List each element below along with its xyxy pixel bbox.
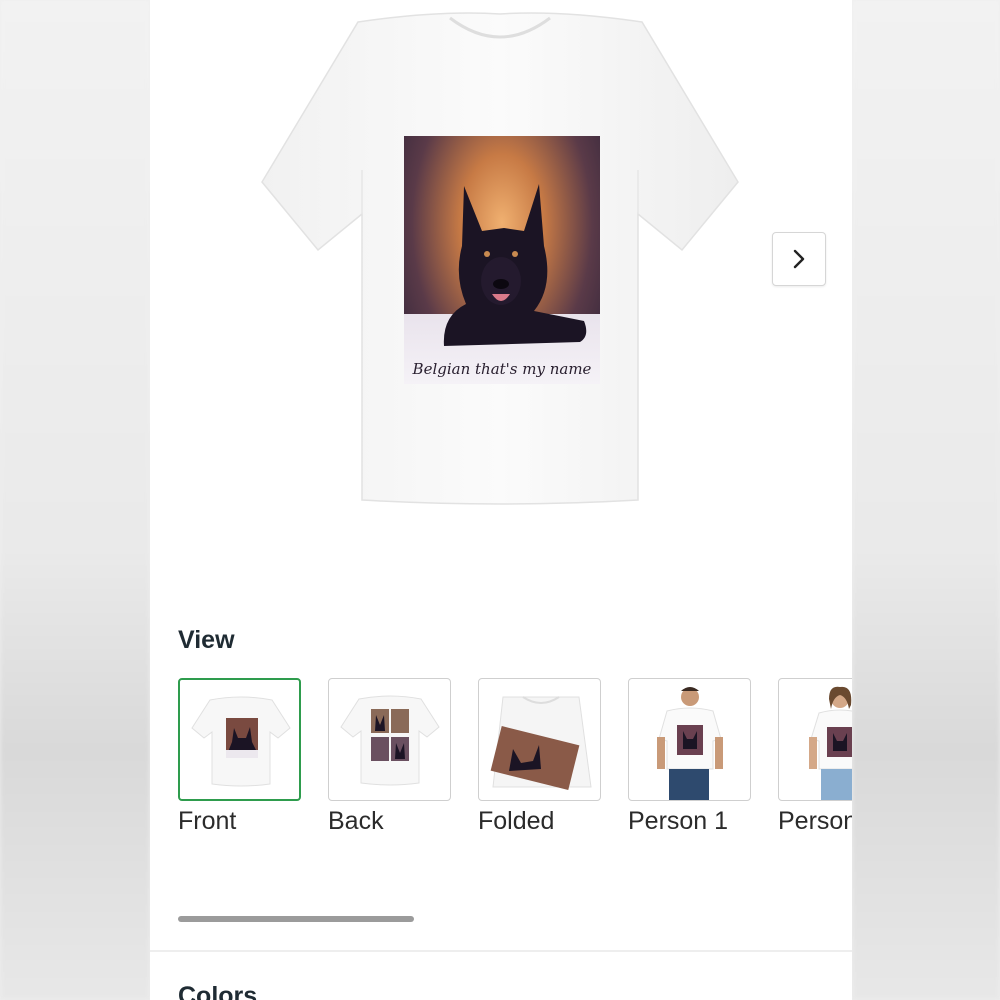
view-option-person-2[interactable]: Person 2 <box>778 678 852 836</box>
thumbnail-person-1 <box>628 678 751 801</box>
product-image: Belgian that's my name <box>150 0 852 590</box>
view-option-person-1[interactable]: Person 1 <box>628 678 751 836</box>
section-divider <box>150 950 852 952</box>
view-option-label: Person 2 <box>778 807 852 835</box>
view-thumbnails: Front Back Folded Person 1 Person <box>178 678 852 848</box>
view-option-label: Back <box>328 807 384 835</box>
view-option-folded[interactable]: Folded <box>478 678 601 836</box>
view-section-title: View <box>178 626 235 654</box>
dog-print: Belgian that's my name <box>404 136 600 384</box>
view-option-back[interactable]: Back <box>328 678 451 836</box>
view-option-label: Person 1 <box>628 807 729 835</box>
product-panel: Belgian that's my name View Front Back F… <box>150 0 852 1000</box>
thumbnail-folded <box>478 678 601 801</box>
thumbnail-scrollbar[interactable] <box>178 916 414 922</box>
view-option-front[interactable]: Front <box>178 678 301 836</box>
view-option-label: Folded <box>478 807 555 835</box>
background-left <box>0 0 150 1000</box>
print-caption: Belgian that's my name <box>412 360 592 378</box>
view-option-label: Front <box>178 807 237 835</box>
thumbnail-back <box>328 678 451 801</box>
background-right <box>852 0 1000 1000</box>
thumbnail-front <box>178 678 301 801</box>
next-image-button[interactable] <box>772 232 826 286</box>
dog-silhouette <box>443 184 587 346</box>
thumbnail-person-2 <box>778 678 852 801</box>
colors-section-title: Colors <box>178 982 258 1000</box>
chevron-right-icon <box>793 249 805 269</box>
